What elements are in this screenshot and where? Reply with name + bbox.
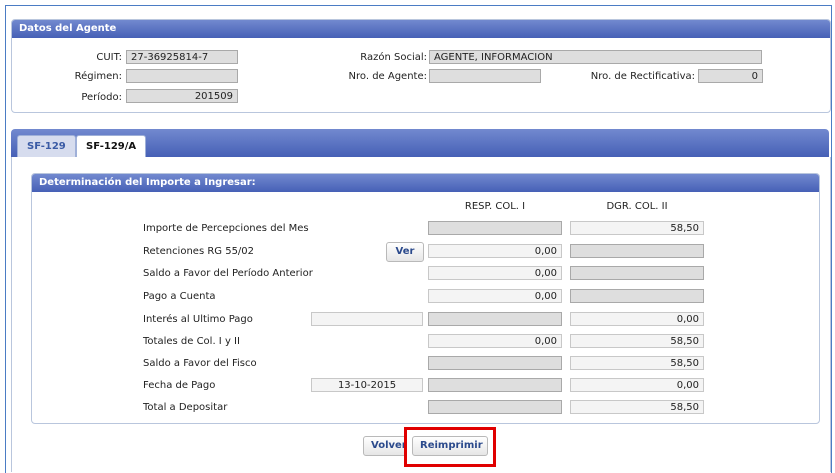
row-col1-field [428, 221, 562, 235]
col-resp-header: RESP. COL. I [464, 201, 526, 212]
col-dgr-header: DGR. COL. II [606, 201, 668, 212]
row-col1-field: 0,00 [428, 289, 562, 303]
row-label: Retenciones RG 55/02 [143, 246, 255, 257]
tab-bar: SF-129 SF-129/A [11, 129, 829, 158]
row-label: Fecha de Pago [143, 380, 216, 391]
tab-sf-129a[interactable]: SF-129/A [76, 135, 147, 158]
volver-button[interactable]: Volver [363, 436, 407, 456]
cuit-label: CUIT: [96, 52, 122, 63]
row-col1-field [428, 378, 562, 392]
fecha-pago-field[interactable]: 13-10-2015 [311, 378, 423, 392]
row-col2-field [570, 289, 704, 303]
nro-rectificativa-label: Nro. de Rectificativa: [590, 71, 695, 82]
cuit-field[interactable]: 27-36925814-7 [126, 50, 238, 64]
regimen-field[interactable] [126, 69, 238, 83]
tab-sf-129[interactable]: SF-129 [17, 135, 76, 158]
row-col1-field: 0,00 [428, 244, 562, 258]
row-col1-field: 0,00 [428, 334, 562, 348]
row-col2-field: 0,00 [570, 312, 704, 326]
regimen-label: Régimen: [74, 71, 122, 82]
row-col2-field [570, 266, 704, 280]
row-col2-field: 58,50 [570, 334, 704, 348]
nro-agente-label: Nro. de Agente: [348, 71, 427, 82]
periodo-field[interactable]: 201509 [126, 89, 238, 103]
row-col1-field [428, 356, 562, 370]
ver-button[interactable]: Ver [386, 242, 424, 262]
row-col2-field: 58,50 [570, 221, 704, 235]
row-col1-field: 0,00 [428, 266, 562, 280]
row-col1-field [428, 400, 562, 414]
row-col2-field: 58,50 [570, 356, 704, 370]
interes-extra-field[interactable] [311, 312, 423, 326]
periodo-label: Período: [81, 92, 122, 103]
row-label: Saldo a Favor del Fisco [143, 358, 257, 369]
row-label: Total a Depositar [143, 402, 228, 413]
row-label: Saldo a Favor del Período Anterior [143, 268, 313, 279]
row-label: Interés al Ultimo Pago [143, 314, 253, 325]
row-col2-field: 0,00 [570, 378, 704, 392]
row-label: Totales de Col. I y II [143, 336, 240, 347]
row-label: Importe de Percepciones del Mes [143, 223, 309, 234]
nro-agente-field[interactable] [429, 69, 541, 83]
razon-social-field[interactable]: AGENTE, INFORMACION [429, 50, 762, 64]
highlight-box [404, 427, 496, 467]
agent-panel-title: Datos del Agente [12, 20, 830, 38]
row-col1-field [428, 312, 562, 326]
row-label: Pago a Cuenta [143, 291, 216, 302]
razon-social-label: Razón Social: [360, 52, 427, 63]
determinacion-title: Determinación del Importe a Ingresar: [32, 174, 819, 192]
nro-rectificativa-field[interactable]: 0 [698, 69, 763, 83]
row-col2-field: 58,50 [570, 400, 704, 414]
row-col2-field [570, 244, 704, 258]
